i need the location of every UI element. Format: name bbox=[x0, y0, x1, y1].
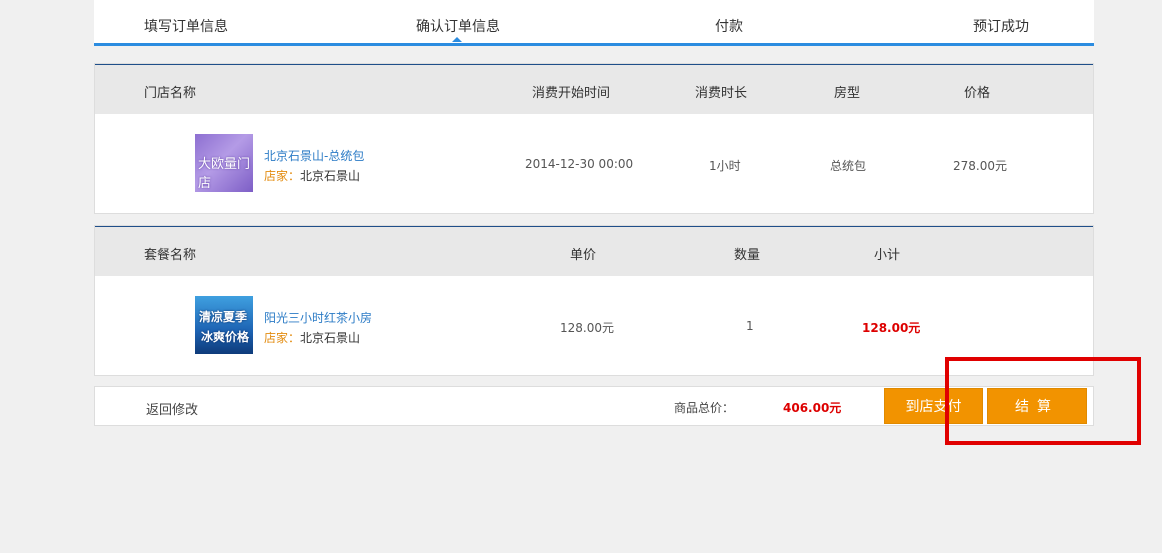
package-table-header: 套餐名称 单价 数量 小计 bbox=[95, 226, 1093, 276]
package-thumbnail[interactable]: 清凉夏季 冰爽价格 bbox=[195, 296, 253, 354]
store-thumbnail[interactable]: 大欧量门店 bbox=[195, 134, 253, 192]
checkout-button[interactable]: 结算 bbox=[987, 388, 1087, 424]
header-package-name: 套餐名称 bbox=[144, 248, 197, 263]
shop-name: 北京石景山 bbox=[300, 169, 361, 183]
order-confirm-panel: 填写订单信息 确认订单信息 付款 预订成功 门店名称 消费开始时间 消费时长 房… bbox=[94, 0, 1094, 426]
package-shop: 店家：北京石景山 bbox=[264, 329, 360, 346]
step-confirm-order: 确认订单信息 bbox=[416, 19, 500, 35]
unit-price-value: 128.00元 bbox=[560, 321, 614, 335]
price-value: 278.00元 bbox=[953, 159, 1007, 173]
package-table: 套餐名称 单价 数量 小计 清凉夏季 冰爽价格 阳光三小时红茶小房 店家：北京石… bbox=[94, 225, 1094, 376]
store-shop: 店家：北京石景山 bbox=[264, 167, 360, 184]
step-bar: 填写订单信息 确认订单信息 付款 预订成功 bbox=[94, 0, 1094, 46]
step-success: 预订成功 bbox=[973, 19, 1029, 35]
package-thumbnail-text-1: 清凉夏季 bbox=[199, 310, 248, 324]
step-payment: 付款 bbox=[715, 19, 743, 35]
store-thumbnail-text: 大欧量门店 bbox=[198, 157, 251, 191]
subtotal-value: 128.00元 bbox=[862, 321, 921, 335]
store-name-link[interactable]: 北京石景山-总统包 bbox=[264, 147, 364, 164]
header-start-time: 消费开始时间 bbox=[532, 86, 611, 101]
start-time-value: 2014-12-30 00:00 bbox=[525, 157, 634, 171]
quantity-value: 1 bbox=[746, 319, 754, 333]
store-table-header: 门店名称 消费开始时间 消费时长 房型 价格 bbox=[95, 64, 1093, 114]
header-duration: 消费时长 bbox=[695, 86, 748, 101]
shop-label: 店家： bbox=[264, 331, 301, 345]
pay-in-store-button[interactable]: 到店支付 bbox=[884, 388, 983, 424]
header-price: 价格 bbox=[964, 86, 991, 101]
shop-name: 北京石景山 bbox=[300, 331, 361, 345]
table-row: 大欧量门店 北京石景山-总统包 店家：北京石景山 2014-12-30 00:0… bbox=[95, 114, 1093, 214]
back-to-edit-link[interactable]: 返回修改 bbox=[146, 399, 198, 418]
header-store-name: 门店名称 bbox=[144, 86, 197, 101]
order-footer: 返回修改 商品总价： 406.00元 到店支付 结算 bbox=[94, 386, 1094, 426]
header-subtotal: 小计 bbox=[874, 248, 901, 263]
package-thumbnail-text-2: 冰爽价格 bbox=[201, 330, 250, 344]
step-fill-order: 填写订单信息 bbox=[144, 19, 228, 35]
header-unit-price: 单价 bbox=[570, 248, 597, 263]
duration-value: 1小时 bbox=[709, 159, 741, 173]
store-table: 门店名称 消费开始时间 消费时长 房型 价格 大欧量门店 北京石景山-总统包 店… bbox=[94, 63, 1094, 214]
room-type-value: 总统包 bbox=[830, 159, 867, 173]
table-row: 清凉夏季 冰爽价格 阳光三小时红茶小房 店家：北京石景山 128.00元 1 1… bbox=[95, 276, 1093, 376]
total-label: 商品总价： bbox=[674, 401, 735, 415]
header-room-type: 房型 bbox=[834, 86, 861, 101]
package-name-link[interactable]: 阳光三小时红茶小房 bbox=[264, 309, 372, 326]
header-quantity: 数量 bbox=[734, 248, 761, 263]
shop-label: 店家： bbox=[264, 169, 301, 183]
current-step-caret-icon bbox=[452, 37, 462, 42]
total-value: 406.00元 bbox=[783, 401, 842, 415]
